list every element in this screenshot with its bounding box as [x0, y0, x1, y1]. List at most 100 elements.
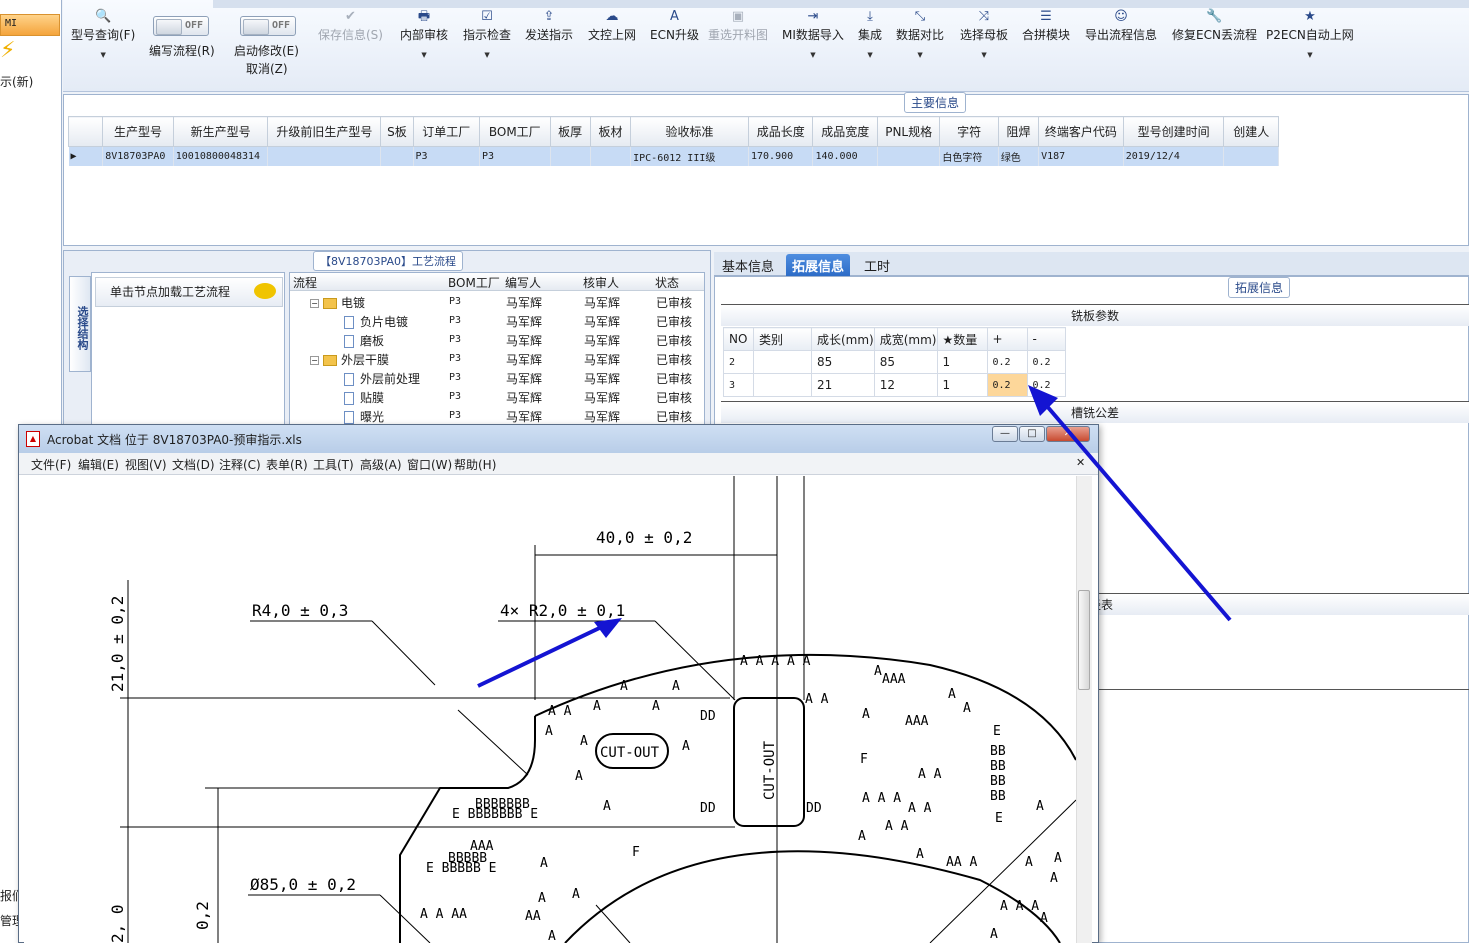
- col-header[interactable]: 生产型号: [102, 116, 174, 147]
- col-header[interactable]: 板厚: [549, 116, 591, 147]
- col-header[interactable]: 创建人: [1223, 116, 1279, 147]
- milling-col-header[interactable]: 类别: [753, 327, 812, 351]
- table-cell[interactable]: P3: [479, 146, 551, 166]
- col-header[interactable]: 验收标准: [630, 116, 749, 147]
- milling-cell[interactable]: 85: [873, 350, 938, 374]
- table-cell[interactable]: 8V18703PA0: [102, 146, 174, 166]
- chevron-down-icon[interactable]: ▼: [782, 51, 844, 59]
- table-cell[interactable]: [877, 146, 941, 166]
- chevron-down-icon[interactable]: ▼: [960, 51, 1008, 59]
- tree-node[interactable]: 曝光: [344, 408, 384, 425]
- col-header[interactable]: 型号创建时间: [1122, 116, 1225, 147]
- col-header[interactable]: 订单工厂: [412, 116, 481, 147]
- col-header[interactable]: 新生产型号: [172, 116, 269, 147]
- milling-col-header[interactable]: 成宽(mm): [873, 327, 938, 351]
- milling-cell[interactable]: 1: [936, 373, 988, 397]
- table-cell[interactable]: [267, 146, 382, 166]
- table-cell[interactable]: IPC-6012 III级: [630, 146, 749, 166]
- save-info-button[interactable]: ✔ 保存信息(S): [318, 8, 383, 43]
- chevron-down-icon[interactable]: ▼: [858, 51, 882, 59]
- col-header[interactable]: 成品宽度: [812, 116, 878, 147]
- acrobat-menu-item[interactable]: 编辑(E): [78, 456, 119, 473]
- tree-col-header[interactable]: 状态: [655, 274, 679, 291]
- instruction-check-button[interactable]: ☑ 指示检查 ▼: [463, 8, 511, 59]
- table-cell[interactable]: P3: [413, 146, 481, 166]
- integrate-button[interactable]: ⤓ 集成 ▼: [858, 8, 882, 59]
- col-header[interactable]: 阻焊: [997, 116, 1040, 147]
- milling-col-header[interactable]: 成长(mm): [811, 327, 875, 351]
- start-modify-toggle[interactable]: OFF: [240, 16, 296, 36]
- chevron-down-icon[interactable]: ▼: [71, 51, 135, 59]
- col-header[interactable]: BOM工厂: [479, 116, 551, 147]
- tab-structure[interactable]: 选择结构: [69, 276, 91, 372]
- col-header[interactable]: 板材: [589, 116, 632, 147]
- table-cell[interactable]: 白色字符: [939, 146, 999, 166]
- table-cell[interactable]: 2019/12/4: [1123, 146, 1225, 166]
- chevron-down-icon[interactable]: ▼: [400, 51, 448, 59]
- tree-node[interactable]: − 电镀: [310, 294, 365, 311]
- tab-hours[interactable]: 工时: [858, 254, 896, 276]
- milling-cell[interactable]: [753, 373, 812, 397]
- acrobat-menu-item[interactable]: 视图(V): [125, 456, 167, 473]
- table-cell[interactable]: [590, 146, 632, 166]
- milling-cell[interactable]: 0.2: [1026, 350, 1066, 374]
- internal-review-button[interactable]: 🖶 内部审核 ▼: [400, 8, 448, 59]
- tree-node[interactable]: 贴膜: [344, 389, 384, 406]
- milling-cell[interactable]: 2: [723, 350, 754, 374]
- col-header[interactable]: 成品长度: [747, 116, 814, 147]
- acrobat-menu-item[interactable]: 高级(A): [360, 456, 402, 473]
- acrobat-menu-item[interactable]: 帮助(H): [454, 456, 496, 473]
- tree-col-header[interactable]: BOM工厂: [448, 274, 500, 291]
- table-cell[interactable]: [1223, 146, 1279, 166]
- milling-row[interactable]: 2 85 85 1 0.2 0.2: [723, 350, 1066, 374]
- collapse-icon[interactable]: −: [310, 356, 319, 365]
- model-query-button[interactable]: 🔍 型号查询(F) ▼: [71, 8, 135, 59]
- milling-cell[interactable]: 0.2: [986, 350, 1028, 374]
- milling-cell[interactable]: 85: [811, 350, 875, 374]
- tree-node[interactable]: 负片电镀: [344, 313, 408, 330]
- table-cell[interactable]: 140.000: [812, 146, 878, 166]
- tree-row[interactable]: 负片电镀 P3 马军辉 马军辉 已审核: [290, 311, 704, 330]
- fix-ecn-flow-button[interactable]: 🔧 修复ECN丢流程: [1172, 8, 1257, 43]
- acrobat-menu-item[interactable]: 注释(C): [219, 456, 261, 473]
- milling-cell[interactable]: [753, 350, 812, 374]
- reselect-chart-button[interactable]: ▣ 重选开料图: [708, 8, 768, 43]
- tree-col-header[interactable]: 核审人: [583, 274, 619, 291]
- tree-col-header[interactable]: 编写人: [505, 274, 541, 291]
- select-mother-button[interactable]: ⤨ 选择母板 ▼: [960, 8, 1008, 59]
- tree-row[interactable]: 磨板 P3 马军辉 马军辉 已审核: [290, 330, 704, 349]
- milling-cell[interactable]: 12: [873, 373, 938, 397]
- acrobat-menu-item[interactable]: 窗口(W): [407, 456, 452, 473]
- milling-row[interactable]: 3 21 12 1 0.2 0.2: [723, 373, 1066, 397]
- tree-row[interactable]: 贴膜 P3 马军辉 马军辉 已审核: [290, 387, 704, 406]
- tab-basic[interactable]: 基本信息: [716, 254, 780, 276]
- table-row[interactable]: ▶ 8V18703PA0 10010800048314 P3 P3 IPC-6012 II…: [68, 146, 1279, 166]
- tab-extended[interactable]: 拓展信息: [786, 254, 851, 276]
- ecn-upgrade-button[interactable]: A ECN升级: [650, 8, 699, 43]
- table-cell[interactable]: 10010800048314: [173, 146, 269, 166]
- cancel-label[interactable]: 取消(Z): [246, 60, 288, 77]
- data-compare-button[interactable]: ⤡ 数据对比 ▼: [896, 8, 944, 59]
- table-cell[interactable]: [550, 146, 591, 166]
- chevron-down-icon[interactable]: ▼: [896, 51, 944, 59]
- export-flow-button[interactable]: ☺ 导出流程信息: [1085, 8, 1157, 43]
- p2ecn-upload-button[interactable]: ★ P2ECN自动上网 ▼: [1266, 8, 1354, 59]
- milling-col-header[interactable]: ★数量: [936, 327, 988, 351]
- tree-row[interactable]: 外层前处理 P3 马军辉 马军辉 已审核: [290, 368, 704, 387]
- table-cell[interactable]: 绿色: [998, 146, 1040, 166]
- chevron-down-icon[interactable]: ▼: [463, 51, 511, 59]
- collapse-icon[interactable]: −: [310, 299, 319, 308]
- milling-col-header[interactable]: +: [986, 327, 1028, 351]
- tree-row[interactable]: 曝光 P3 马军辉 马军辉 已审核: [290, 406, 704, 425]
- milling-cell[interactable]: 21: [811, 373, 875, 397]
- table-cell[interactable]: 170.900: [748, 146, 814, 166]
- tree-node[interactable]: − 外层干膜: [310, 351, 389, 368]
- mi-import-button[interactable]: ⇥ MI数据导入 ▼: [782, 8, 844, 59]
- tree-row[interactable]: − 电镀 P3 马军辉 马军辉 已审核: [290, 292, 704, 311]
- col-header[interactable]: S板: [380, 116, 414, 147]
- milling-cell[interactable]: 1: [936, 350, 988, 374]
- acrobat-menu-item[interactable]: 工具(T): [313, 456, 354, 473]
- merge-module-button[interactable]: ☰ 合拼模块: [1022, 8, 1070, 43]
- nav-item-new[interactable]: 示(新): [0, 73, 33, 90]
- milling-cell[interactable]: 3: [723, 373, 754, 397]
